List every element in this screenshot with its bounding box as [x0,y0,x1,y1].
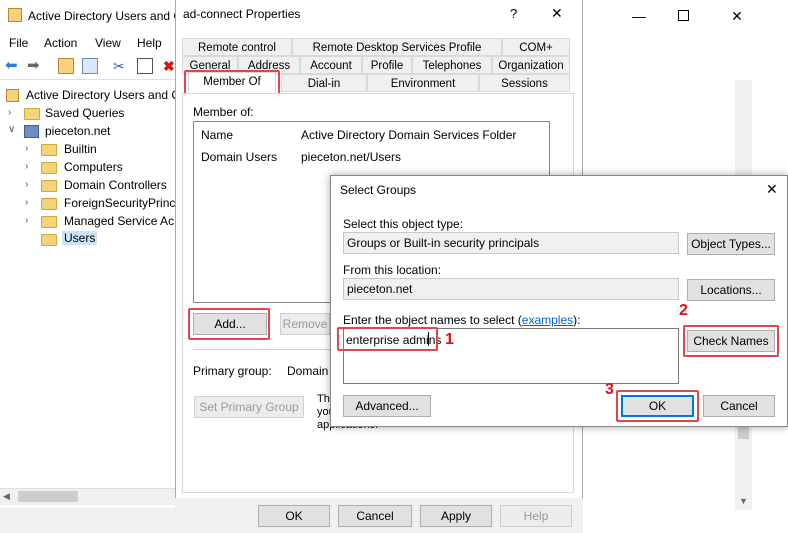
step-2-label: 2 [679,302,688,319]
chevron-down-icon[interactable]: ∨ [8,124,18,135]
scroll-down-icon[interactable]: ▼ [739,496,748,506]
up-folder-icon[interactable] [58,58,74,74]
aduc-app-icon [8,8,22,22]
forward-arrow-icon[interactable]: ➡ [27,58,43,74]
folder-icon [41,144,57,156]
folder-icon [24,108,40,120]
object-type-label: Select this object type: [343,217,464,231]
tab-com-plus[interactable]: COM+ [502,38,570,56]
tab-sessions[interactable]: Sessions [479,74,570,92]
step-1-label: 1 [445,331,454,348]
tree-item-label: Managed Service Ac [64,214,175,228]
select-groups-cancel-button[interactable]: Cancel [703,395,775,417]
properties-help-button[interactable]: Help [500,505,572,527]
menu-file[interactable]: File [9,36,28,50]
aduc-root-icon [6,89,19,102]
domain-icon [24,125,39,138]
tree-item-label: ForeignSecurityPrinc [64,196,176,210]
window-close-button[interactable]: ✕ [726,6,748,26]
aduc-window-title: Active Directory Users and C [28,9,183,23]
tab-telephones[interactable]: Telephones [412,56,492,74]
object-names-highlight [337,327,438,351]
properties-ok-button[interactable]: OK [258,505,330,527]
minimize-icon: ― [632,8,646,24]
properties-cancel-button[interactable]: Cancel [338,505,412,527]
location-label: From this location: [343,263,442,277]
tree-item-label: Saved Queries [45,106,125,120]
row-folder: pieceton.net/Users [301,150,402,164]
tab-profile[interactable]: Profile [362,56,412,74]
chevron-right-icon[interactable]: › [25,143,35,154]
remove-button[interactable]: Remove [280,313,330,335]
tree-item-label: Users [62,231,98,245]
check-names-highlight [683,325,779,357]
chevron-right-icon[interactable]: › [25,197,35,208]
tree-item-label: Computers [64,160,123,174]
member-of-label: Member of: [193,105,254,119]
menu-help[interactable]: Help [137,36,162,50]
show-console-tree-icon[interactable] [82,58,98,74]
select-groups-dialog [330,175,788,427]
copy-icon[interactable] [137,58,153,74]
object-type-field: Groups or Built-in security principals [343,232,679,254]
tree-item-label: Builtin [64,142,97,156]
minimize-button[interactable]: ― [628,6,650,26]
scrollbar-thumb[interactable] [18,491,78,502]
separator [193,349,330,350]
add-button-highlight [188,308,270,340]
status-bar [0,508,175,533]
tab-environment[interactable]: Environment [367,74,479,92]
location-field: pieceton.net [343,278,679,300]
maximize-button[interactable] [672,6,694,26]
step-3-label: 3 [605,381,614,398]
help-button[interactable]: ? [510,6,517,21]
select-groups-close-button[interactable]: ✕ [766,181,778,198]
object-names-label-suffix: ): [573,313,581,327]
tree-item-label: Domain Controllers [64,178,167,192]
column-header-name[interactable]: Name [201,128,233,142]
menu-view[interactable]: View [95,36,121,50]
column-header-folder[interactable]: Active Directory Domain Services Folder [301,128,516,142]
tree-item-label: pieceton.net [45,124,111,138]
chevron-right-icon[interactable]: › [25,161,35,172]
close-icon: ✕ [731,8,743,24]
maximize-icon [677,10,689,21]
folder-icon [41,180,57,192]
set-primary-group-button[interactable]: Set Primary Group [194,396,304,418]
tree-root-label: Active Directory Users and C [26,88,181,102]
chevron-right-icon[interactable]: › [25,215,35,226]
tab-dial-in[interactable]: Dial-in [281,74,367,92]
properties-dialog-title: ad-connect Properties [183,7,301,21]
scroll-left-icon[interactable]: ◀ [3,491,10,502]
object-names-label: Enter the object names to select (exampl… [343,313,580,327]
locations-button[interactable]: Locations... [687,279,775,301]
row-name: Domain Users [201,150,278,164]
tab-account[interactable]: Account [300,56,362,74]
primary-group-label: Primary group: [193,364,272,378]
tab-remote-control[interactable]: Remote control [182,38,292,56]
tab-organization[interactable]: Organization [492,56,570,74]
menu-action[interactable]: Action [44,36,77,50]
folder-icon [41,198,57,210]
select-groups-title: Select Groups [340,183,417,197]
object-types-button[interactable]: Object Types... [687,233,775,255]
folder-icon [41,234,57,246]
properties-apply-button[interactable]: Apply [420,505,492,527]
back-arrow-icon[interactable]: ⬅ [5,58,21,74]
tab-remote-desktop-services-profile[interactable]: Remote Desktop Services Profile [292,38,502,56]
chevron-right-icon[interactable]: › [25,179,35,190]
cut-icon[interactable]: ✂ [113,58,129,74]
ok-button-highlight [616,390,699,422]
folder-icon [41,216,57,228]
examples-link[interactable]: examples [522,313,573,327]
advanced-button[interactable]: Advanced... [343,395,431,417]
chevron-right-icon[interactable]: › [8,107,18,118]
properties-close-button[interactable]: ✕ [551,5,563,22]
scrollbar-thumb[interactable] [738,425,749,439]
folder-icon [41,162,57,174]
object-names-label-prefix: Enter the object names to select ( [343,313,522,327]
